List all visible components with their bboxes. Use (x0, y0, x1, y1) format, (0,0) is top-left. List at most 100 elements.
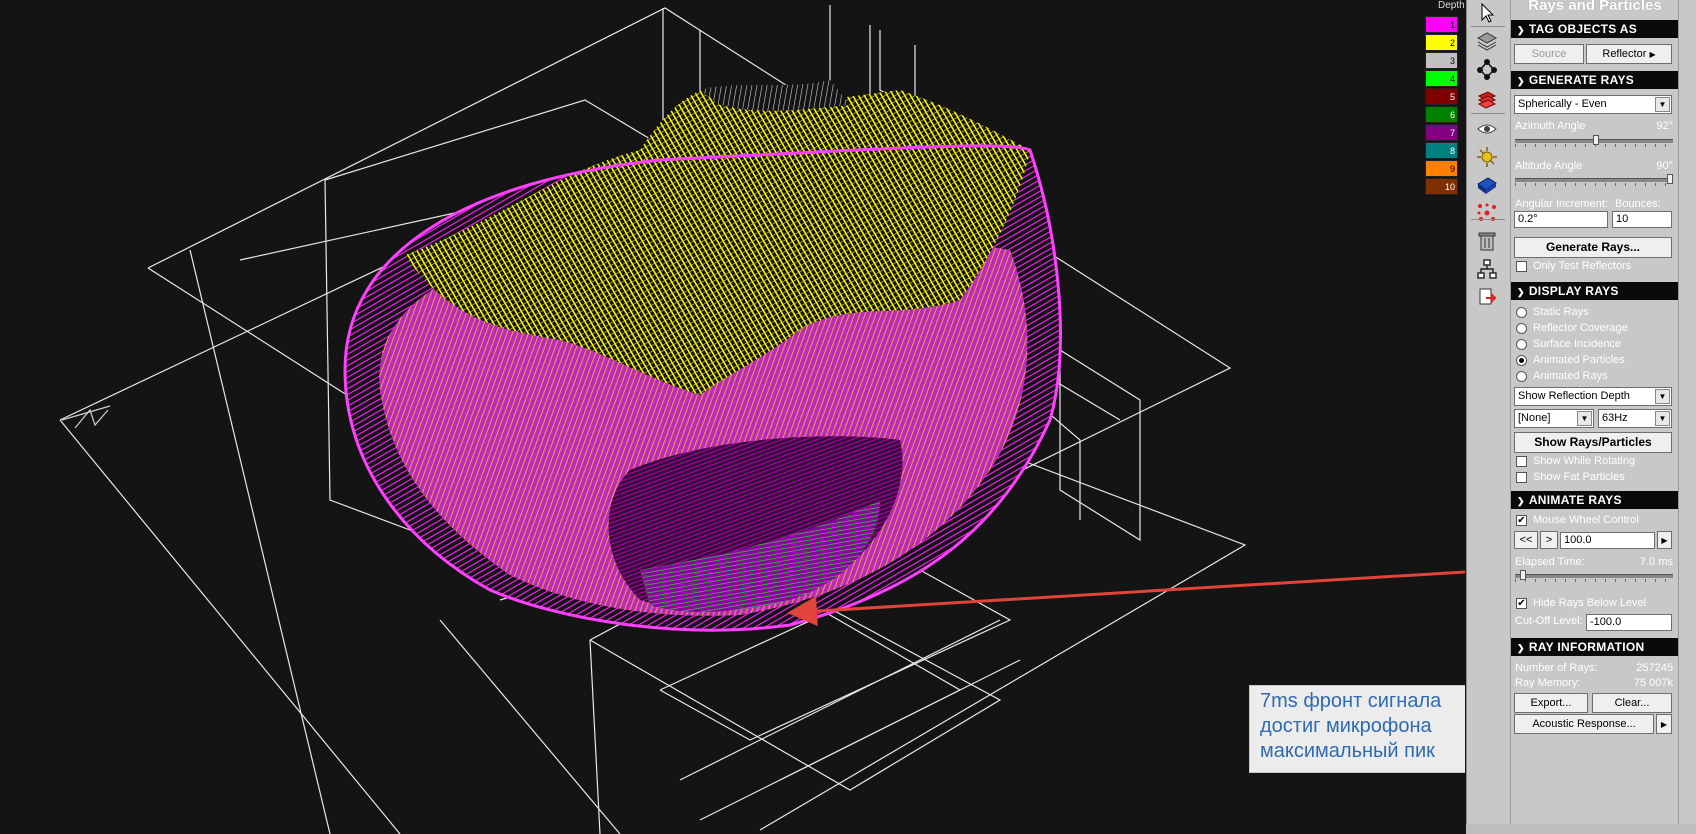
display-rays-header[interactable]: ❯ DISPLAY RAYS (1511, 282, 1679, 300)
speed-input[interactable]: 100.0 (1560, 532, 1655, 549)
slider-thumb[interactable] (1520, 570, 1526, 580)
speed-menu-button[interactable]: ▶ (1657, 531, 1672, 549)
rays-icon[interactable] (1472, 200, 1502, 226)
depth-swatch: 1 (1425, 16, 1458, 33)
chevron-down-icon: ▼ (1655, 389, 1670, 404)
show-fat-particles-label: Show Fat Particles (1533, 471, 1625, 483)
ray-information-header[interactable]: ❯ RAY INFORMATION (1511, 638, 1679, 656)
triangle-right-icon: ▶ (1660, 720, 1668, 729)
depth-swatch: 9 (1425, 160, 1458, 177)
annotation-callout: 7ms фронт сигнала достиг микрофона макси… (1249, 685, 1465, 773)
collapse-chevron-icon: ❯ (1517, 496, 1525, 506)
export-button[interactable]: Export... (1514, 693, 1588, 713)
angular-increment-label: Angular Increment: (1515, 198, 1608, 210)
panel-title: Rays and Particles (1528, 0, 1662, 14)
collapse-chevron-icon: ❯ (1517, 287, 1525, 297)
number-of-rays-label: Number of Rays: (1515, 662, 1598, 674)
ray-memory-label: Ray Memory: (1515, 677, 1581, 689)
depth-swatch: 10 (1425, 178, 1458, 195)
radio-animated-particles[interactable] (1516, 355, 1527, 366)
slider-thumb[interactable] (1593, 135, 1599, 145)
pointer-icon[interactable] (1472, 0, 1502, 26)
depth-swatch: 2 (1425, 34, 1458, 51)
generate-rays-button[interactable]: Generate Rays... (1514, 237, 1672, 258)
radio-static-rays[interactable] (1516, 307, 1527, 318)
export-icon[interactable] (1472, 284, 1502, 310)
collapse-chevron-icon: ❯ (1517, 643, 1525, 653)
bounces-input[interactable]: 10 (1612, 211, 1672, 228)
elapsed-time-slider[interactable] (1515, 570, 1673, 582)
cutoff-level-input[interactable]: -100.0 (1586, 614, 1672, 631)
collapse-chevron-icon: ❯ (1517, 25, 1525, 35)
depth-swatch: 5 (1425, 88, 1458, 105)
rewind-button[interactable]: << (1514, 531, 1538, 549)
depth-legend-title: Depth (1438, 0, 1465, 11)
surface-incidence-label: Surface Incidence (1533, 338, 1622, 350)
altitude-slider[interactable] (1515, 174, 1673, 186)
acoustic-response-button[interactable]: Acoustic Response... (1514, 714, 1654, 734)
depth-swatch: 4 (1425, 70, 1458, 87)
animated-rays-label: Animated Rays (1533, 370, 1608, 382)
nodes-icon[interactable] (1472, 56, 1502, 82)
number-of-rays-value: 257245 (1636, 662, 1673, 674)
source-button[interactable]: Source (1514, 44, 1584, 64)
light-icon[interactable] (1472, 144, 1502, 170)
frequency-select[interactable]: 63Hz ▼ (1598, 409, 1672, 428)
rays-particles-panel: Rays and Particles ❯ TAG OBJECTS AS Sourc… (1510, 0, 1679, 834)
annotation-line-2: достиг микрофона (1260, 715, 1432, 737)
slider-thumb[interactable] (1667, 174, 1673, 184)
tag-objects-header[interactable]: ❯ TAG OBJECTS AS (1511, 20, 1679, 38)
scene-drawing (59, 5, 1465, 834)
hide-rays-below-checkbox[interactable]: ✔ (1516, 598, 1527, 609)
radio-animated-rays[interactable] (1516, 371, 1527, 382)
clear-button[interactable]: Clear... (1592, 693, 1672, 713)
generate-rays-header[interactable]: ❯ GENERATE RAYS (1511, 71, 1679, 89)
animated-particles-label: Animated Particles (1533, 354, 1625, 366)
eye-icon[interactable] (1472, 116, 1502, 142)
show-fat-particles-checkbox[interactable] (1516, 472, 1527, 483)
surface-icon[interactable] (1472, 172, 1502, 198)
only-test-reflectors-checkbox[interactable] (1516, 261, 1527, 272)
distribution-select[interactable]: Spherically - Even ▼ (1514, 95, 1672, 114)
ray-memory-value: 75 007k (1633, 677, 1673, 689)
animate-rays-header[interactable]: ❯ ANIMATE RAYS (1511, 491, 1679, 509)
filter-select[interactable]: [None] ▼ (1514, 409, 1594, 428)
reflector-button[interactable]: Reflector ▶ (1586, 44, 1672, 64)
show-rays-particles-button[interactable]: Show Rays/Particles (1514, 432, 1672, 453)
cutoff-level-label: Cut-Off Level: (1515, 615, 1583, 627)
depth-swatch: 7 (1425, 124, 1458, 141)
show-while-rotating-checkbox[interactable] (1516, 456, 1527, 467)
collapse-chevron-icon: ❯ (1517, 76, 1525, 86)
network-icon[interactable] (1472, 256, 1502, 282)
chevron-down-icon: ▼ (1577, 411, 1592, 426)
angular-increment-input[interactable]: 0.2° (1514, 211, 1608, 228)
azimuth-value: 92° (1656, 120, 1673, 132)
layers-icon[interactable] (1472, 28, 1502, 54)
elapsed-time-value: 7.0 ms (1639, 556, 1673, 568)
step-forward-button[interactable]: > (1540, 531, 1558, 549)
chevron-down-icon: ▼ (1655, 411, 1670, 426)
triangle-right-icon: ▶ (1661, 536, 1668, 545)
acoustic-response-menu-button[interactable]: ▶ (1656, 714, 1672, 734)
panel-scrollbar[interactable] (1678, 0, 1696, 834)
display-mode-select[interactable]: Show Reflection Depth ▼ (1514, 387, 1672, 406)
trash-icon[interactable] (1472, 228, 1502, 254)
depth-swatch: 3 (1425, 52, 1458, 69)
status-strip (1466, 824, 1696, 834)
azimuth-slider[interactable] (1515, 135, 1673, 147)
ray-particle-hemisphere (343, 80, 1062, 632)
only-test-reflectors-label: Only Test Reflectors (1533, 260, 1632, 272)
materials-icon[interactable] (1472, 86, 1502, 112)
radio-surface-incidence[interactable] (1516, 339, 1527, 350)
chevron-down-icon: ▼ (1655, 97, 1670, 112)
depth-swatch: 8 (1425, 142, 1458, 159)
3d-viewport[interactable]: Depth 7ms фронт сигнала достиг микрофона… (0, 0, 1465, 834)
bounces-label: Bounces: (1615, 198, 1661, 210)
azimuth-label: Azimuth Angle (1515, 120, 1586, 132)
show-while-rotating-label: Show While Rotating (1533, 455, 1636, 467)
mouse-wheel-control-checkbox[interactable]: ✔ (1516, 515, 1527, 526)
tool-palette (1466, 0, 1511, 834)
radio-reflector-coverage[interactable] (1516, 323, 1527, 334)
static-rays-label: Static Rays (1533, 306, 1589, 318)
annotation-line-1: 7ms фронт сигнала (1260, 690, 1442, 712)
